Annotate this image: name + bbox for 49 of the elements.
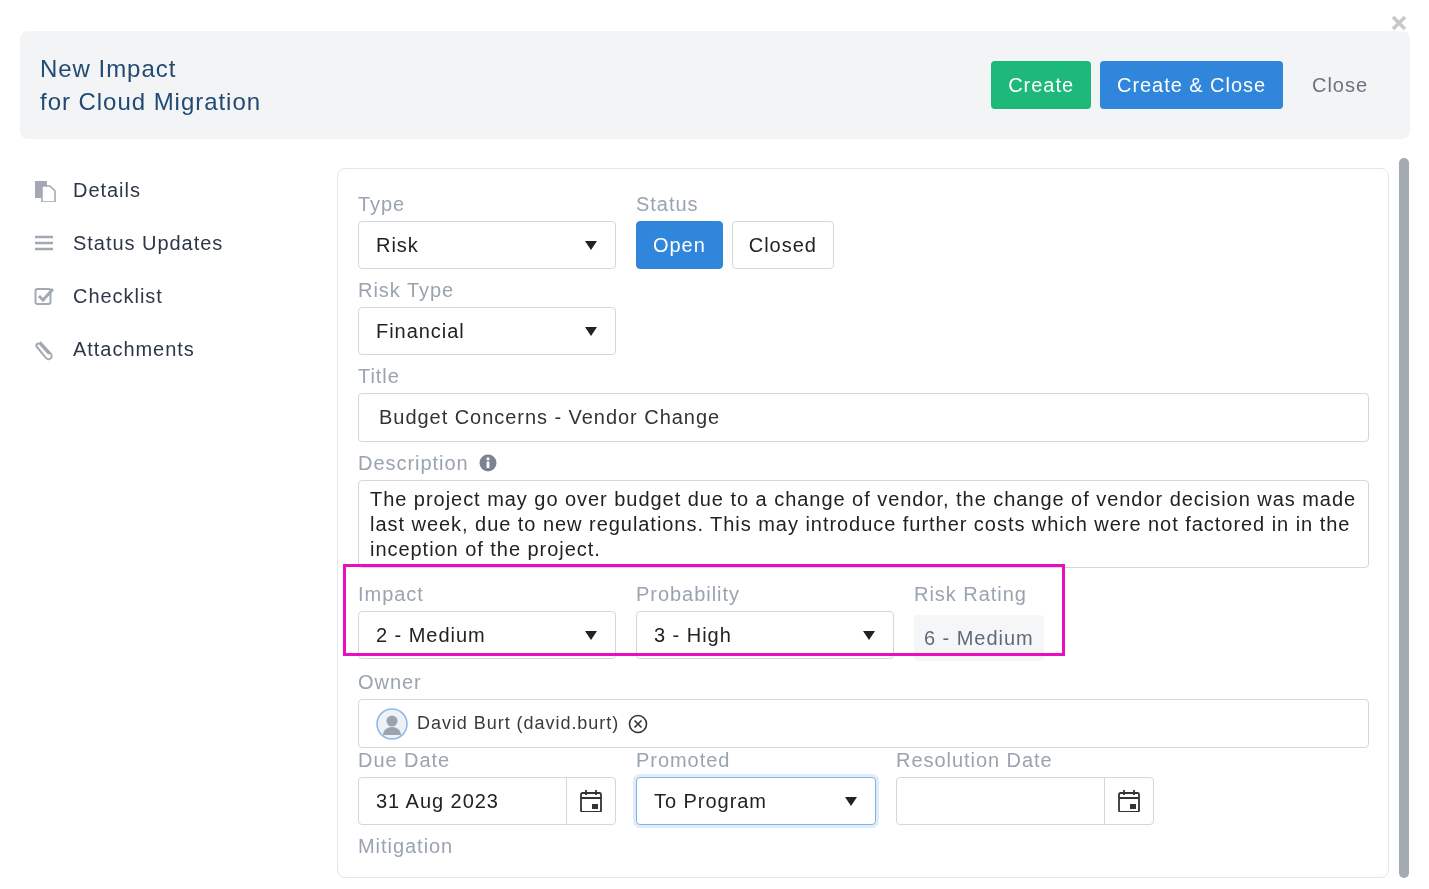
select-field[interactable]: 2 - Medium — [358, 611, 616, 659]
sidebar-item[interactable]: Details — [34, 164, 337, 217]
owner-name: David Burt (david.burt) — [417, 713, 620, 734]
document-icon — [34, 179, 56, 202]
description-textarea[interactable]: The project may go over budget due to a change of vendor, the change of vendor decision was made last week, due to new regulations. This may introduce further costs which were not factored in in the inception of the project. — [358, 480, 1369, 568]
field-label: Status — [636, 192, 700, 216]
field-label: Promoted — [636, 748, 732, 772]
create-close-button[interactable]: Create & Close — [1100, 61, 1284, 109]
field-label: Resolution Date — [896, 748, 1054, 772]
field-label: Risk Rating — [914, 582, 1028, 606]
select-field[interactable]: 3 - High — [636, 611, 894, 659]
caret-icon — [863, 630, 875, 640]
status-toggle[interactable]: Open — [636, 221, 723, 269]
dialog-title: New Impact — [40, 54, 178, 84]
checkbox-icon — [34, 285, 56, 308]
caret-icon — [585, 630, 597, 640]
risk-rating-value: 6 - Medium — [914, 615, 1044, 661]
field-label: Owner — [358, 670, 423, 694]
title-input[interactable]: Budget Concerns - Vendor Change — [358, 393, 1369, 442]
field-label: Due Date — [358, 748, 452, 772]
status-toggle[interactable]: Closed — [731, 221, 834, 269]
select-field[interactable]: Risk — [358, 221, 616, 269]
sidebar-item[interactable]: Checklist — [34, 270, 337, 323]
scrollbar-thumb[interactable] — [1399, 158, 1409, 878]
close-button[interactable]: Close — [1292, 61, 1390, 109]
caret-icon — [585, 326, 597, 336]
select-field[interactable]: Financial — [358, 307, 616, 355]
caret-icon — [585, 240, 597, 250]
date-field[interactable]: 31 Aug 2023 — [358, 777, 616, 825]
remove-icon — [628, 713, 649, 734]
date-field[interactable] — [896, 777, 1154, 825]
caret-icon — [845, 796, 857, 806]
owner-field[interactable]: David Burt (david.burt) — [358, 699, 1369, 748]
info-icon — [478, 454, 497, 472]
dialog-title: for Cloud Migration — [40, 87, 261, 117]
field-label: Impact — [358, 582, 425, 606]
calendar-icon — [580, 790, 602, 812]
avatar-icon — [376, 707, 408, 740]
field-label: Description — [358, 451, 469, 475]
select-field[interactable]: To Program — [636, 777, 876, 825]
close-icon — [1391, 15, 1407, 31]
field-label: Probability — [636, 582, 741, 606]
field-label: Risk Type — [358, 278, 456, 302]
field-label: Type — [358, 192, 407, 216]
field-label: Title — [358, 364, 401, 388]
calendar-icon — [1118, 790, 1140, 812]
field-label: Mitigation — [358, 834, 455, 858]
sidebar-item[interactable]: Status Updates — [34, 217, 337, 270]
sidebar-item[interactable]: Attachments — [34, 323, 337, 376]
